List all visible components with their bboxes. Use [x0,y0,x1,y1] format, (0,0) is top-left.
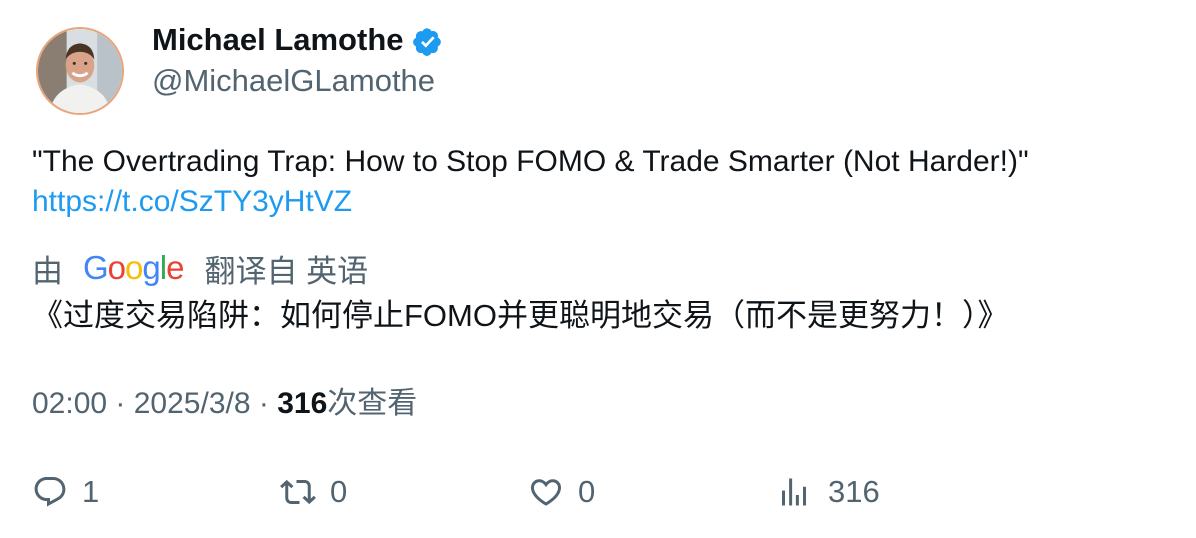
tweet-link[interactable]: https://t.co/SzTY3yHtVZ [32,185,352,218]
reply-button[interactable]: 1 [32,472,99,512]
retweet-button[interactable]: 0 [280,472,347,512]
avatar[interactable] [36,27,124,115]
translated-tweet-text: 《过度交易陷阱：如何停止FOMO并更聪明地交易（而不是更努力！）》 [32,298,1009,333]
tweet-body: "The Overtrading Trap: How to Stop FOMO … [32,142,1029,222]
tweet-text: "The Overtrading Trap: How to Stop FOMO … [32,145,1029,178]
author-name-text: Michael Lamothe [152,22,404,57]
reply-icon [32,474,68,510]
views-button[interactable]: 316 [776,472,880,512]
like-count: 0 [578,474,596,509]
reply-count: 1 [82,474,100,509]
meta-separator: · [107,387,134,420]
retweet-icon [280,474,316,510]
translation-attribution: 由 Google 翻译自 英语 [32,246,368,290]
author-display-name[interactable]: Michael Lamothe [152,22,443,58]
views-count: 316 [277,387,328,420]
tweet-date[interactable]: 2025/3/8 [134,387,251,420]
translated-from-label[interactable]: 翻译自 英语 [204,246,368,291]
tweet-meta: 02:00 · 2025/3/8 · 316次查看 [32,382,417,426]
like-button[interactable]: 0 [528,472,595,512]
translation-by-label: 由 [32,253,63,289]
heart-icon [528,474,564,510]
meta-separator: · [250,387,278,420]
tweet-time[interactable]: 02:00 [32,387,107,420]
views-action-count: 316 [828,474,880,509]
analytics-icon [776,474,812,510]
author-handle[interactable]: @MichaelGLamothe [152,63,435,99]
google-logo-icon: Google [83,249,184,286]
retweet-count: 0 [330,474,348,509]
verified-badge-icon [412,27,443,57]
avatar-photo-icon [38,29,122,113]
views-label: 次查看 [327,387,418,420]
